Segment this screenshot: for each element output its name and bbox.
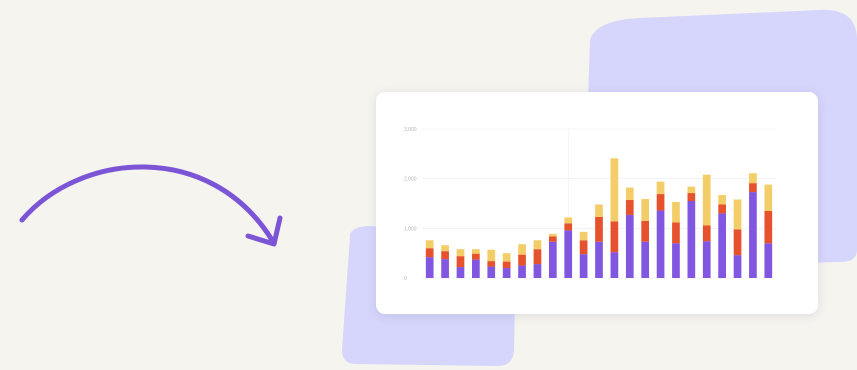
y-tick-label: 1,000 [404,226,417,232]
bar-15-yellow [641,199,650,221]
bar-7-orange [518,254,526,266]
bar-6-orange [502,261,511,269]
bar-2-yellow [441,245,449,252]
bar-21-yellow [733,199,742,230]
bar-17-yellow [672,202,680,223]
bar-20-orange [718,204,726,214]
bar-14-purple [625,214,634,278]
bar-4-yellow [472,249,480,254]
bar-21-orange [733,229,742,256]
bar-10-yellow [564,217,573,224]
bar-5-purple [487,266,496,278]
bar-11-purple [579,254,588,278]
bar-1-orange [425,248,434,258]
bar-18-orange [687,193,696,202]
bar-2-orange [441,251,449,260]
bar-23-purple [764,243,773,278]
bar-14-orange [625,200,634,215]
bar-15-orange [641,220,650,242]
bar-16-orange [656,194,665,211]
bar-6-purple [502,268,511,278]
chart-card: 0 1,000 2,000 3,000 [376,92,818,314]
bar-17-orange [672,222,680,244]
bar-12-yellow [595,204,603,217]
bar-14-yellow [625,187,634,201]
bar-10-purple [564,230,573,278]
bar-9-yellow [548,233,557,237]
bar-9-purple [548,241,557,278]
y-tick-label: 0 [404,276,407,282]
bar-16-yellow [656,181,665,195]
bar-23-orange [764,210,773,244]
bar-13-purple [610,252,619,278]
bar-22-purple [749,192,757,278]
bar-18-purple [687,201,696,278]
bar-12-purple [595,241,603,278]
bar-19-yellow [702,174,711,226]
bar-5-yellow [487,249,496,262]
bar-3-purple [456,267,465,278]
bar-8-purple [533,264,542,278]
bar-8-yellow [533,240,542,250]
y-tick-label: 2,000 [404,177,417,183]
bar-4-purple [472,259,480,278]
bar-16-purple [656,210,665,278]
bar-20-purple [718,213,726,278]
bar-12-orange [595,216,603,242]
bar-8-orange [533,249,542,265]
bar-17-purple [672,243,680,278]
bar-11-yellow [579,231,588,241]
bar-3-orange [456,256,465,268]
bar-22-orange [749,183,757,193]
bar-1-yellow [425,240,434,249]
bar-2-purple [441,259,449,278]
bar-10-orange [564,223,573,231]
bar-19-purple [702,241,711,278]
bar-6-yellow [502,253,511,262]
bar-13-orange [610,221,619,253]
bar-11-orange [579,240,588,255]
y-tick-label: 3,000 [404,127,417,133]
bar-15-purple [641,241,650,278]
bar-19-orange [702,225,711,242]
bar-23-yellow [764,184,773,211]
bar-1-purple [425,257,434,278]
bar-21-purple [733,255,742,278]
bar-13-yellow [610,158,619,222]
bar-4-orange [472,253,480,260]
bar-7-purple [518,265,526,278]
bar-7-yellow [518,244,526,255]
bar-5-orange [487,261,496,267]
stacked-bar-chart: 0 1,000 2,000 3,000 [404,127,776,282]
bar-18-yellow [687,186,696,194]
bar-20-yellow [718,195,726,205]
bar-9-orange [548,236,557,242]
arrow-curve [19,164,275,243]
bar-22-yellow [749,173,757,184]
bar-3-yellow [456,249,465,257]
canvas: 0 1,000 2,000 3,000 [0,0,857,370]
